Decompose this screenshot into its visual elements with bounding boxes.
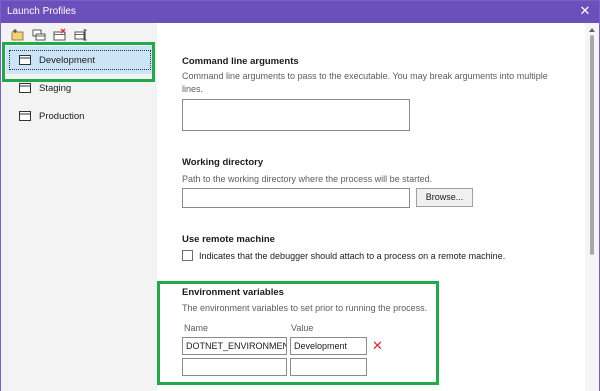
env-name-cell-empty[interactable] [182,358,287,376]
window-title: Launch Profiles [7,6,76,17]
scroll-up-icon[interactable] [588,26,596,34]
profile-icon [19,83,31,93]
browse-button[interactable]: Browse... [416,188,473,207]
close-icon[interactable]: ✕ [577,3,593,19]
remove-variable-icon[interactable]: ✕ [372,339,383,352]
profile-icon [19,111,31,121]
remote-machine-title: Use remote machine [182,234,275,245]
title-bar: Launch Profiles ✕ [1,1,599,23]
profile-label: Staging [39,82,72,94]
working-directory-title: Working directory [182,157,264,168]
env-name-header: Name [184,323,209,333]
command-line-input[interactable] [182,99,410,131]
new-profile-icon[interactable] [11,28,25,42]
profile-label: Development [39,54,95,66]
profiles-toolbar [11,28,88,44]
env-value-header: Value [291,323,314,333]
vertical-scrollbar[interactable] [585,23,599,391]
working-directory-input[interactable] [182,188,410,208]
profile-item-staging[interactable]: Staging [6,74,154,102]
profile-list: Development Staging Production [6,46,154,130]
profile-label: Production [39,110,85,122]
profiles-sidebar: Development Staging Production [1,23,157,391]
environment-variables-description: The environment variables to set prior t… [182,303,428,313]
remote-machine-label: Indicates that the debugger should attac… [199,251,506,261]
environment-variables-title: Environment variables [182,287,284,298]
env-value-cell-empty[interactable] [290,358,367,376]
profile-item-development[interactable]: Development [6,46,154,74]
rename-profile-icon[interactable] [74,28,88,42]
command-line-title: Command line arguments [182,56,299,67]
profile-settings-panel: Command line arguments Command line argu… [157,23,585,391]
command-line-description: Command line arguments to pass to the ex… [182,71,548,94]
working-directory-description: Path to the working directory where the … [182,174,433,184]
env-name-cell[interactable]: DOTNET_ENVIRONMENT [182,337,287,355]
remote-machine-checkbox[interactable] [182,250,193,261]
delete-profile-icon[interactable] [53,28,67,42]
profile-item-production[interactable]: Production [6,102,154,130]
duplicate-profile-icon[interactable] [32,28,46,42]
profile-icon [19,55,31,65]
scrollbar-thumb[interactable] [590,35,594,255]
launch-profiles-window: Launch Profiles ✕ Development Staging Pr… [0,0,600,391]
env-value-cell[interactable]: Development [290,337,367,355]
